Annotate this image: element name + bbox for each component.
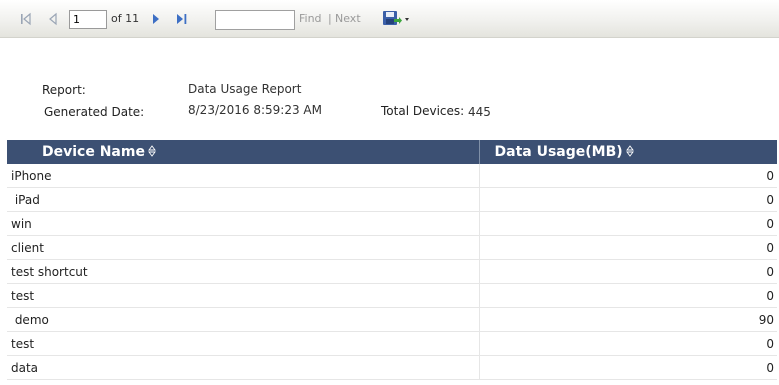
device-name-cell: win [7, 211, 480, 236]
table-row: win 0 [7, 211, 777, 236]
find-next-link[interactable]: Next [335, 12, 361, 25]
table-row: iPad 0 [7, 187, 777, 212]
data-usage-cell: 0 [479, 283, 777, 308]
data-usage-cell: 0 [479, 235, 777, 260]
sort-icon[interactable] [148, 144, 156, 161]
find-next-separator: | [328, 12, 332, 25]
table-row: iPhone 0 [7, 164, 777, 188]
device-name-cell: demo [7, 307, 480, 332]
report-toolbar: of 11 Find | Next [0, 0, 779, 38]
data-usage-header-label: Data Usage(MB) [494, 143, 623, 160]
generated-date-label: Generated Date: [44, 105, 145, 119]
device-name-header-label: Device Name [42, 143, 145, 160]
device-name-cell: iPad [7, 187, 480, 212]
device-name-cell: client [7, 235, 480, 260]
report-name-value: Data Usage Report [188, 82, 302, 96]
device-name-column-header[interactable]: Device Name [7, 140, 480, 164]
data-usage-column-header[interactable]: Data Usage(MB) [479, 140, 777, 164]
table-row: demo 90 [7, 307, 777, 332]
total-devices-label: Total Devices: [381, 104, 465, 118]
device-name-cell: iPhone [7, 164, 480, 188]
report-label: Report: [42, 83, 86, 97]
table-row: test shortcut 0 [7, 259, 777, 284]
data-usage-cell: 0 [479, 331, 777, 356]
page-count-label: of 11 [111, 12, 140, 25]
table-row: test 0 [7, 283, 777, 308]
data-usage-cell: 0 [479, 259, 777, 284]
sort-icon[interactable] [625, 144, 634, 161]
table-row: data 0 [7, 355, 777, 380]
device-name-cell: data [7, 355, 480, 380]
data-usage-cell: 90 [479, 307, 777, 332]
data-usage-cell: 0 [479, 164, 777, 188]
table-row: test 0 [7, 331, 777, 356]
save-export-icon [383, 11, 409, 25]
generated-date-value: 8/23/2016 8:59:23 AM [188, 103, 322, 117]
data-usage-cell: 0 [479, 211, 777, 236]
device-name-cell: test [7, 283, 480, 308]
data-usage-cell: 0 [479, 355, 777, 380]
device-name-cell: test [7, 331, 480, 356]
first-page-icon[interactable] [19, 12, 33, 26]
data-usage-cell: 0 [479, 187, 777, 212]
data-usage-table: Device Name Data Usage(MB) iPhone 0 iPad 0… [7, 140, 777, 380]
previous-page-icon[interactable] [47, 12, 61, 26]
total-devices-value: 445 [468, 105, 491, 119]
table-header-row: Device Name Data Usage(MB) [7, 140, 777, 164]
table-row: client 0 [7, 235, 777, 260]
next-page-icon[interactable] [149, 12, 163, 26]
find-link[interactable]: Find [299, 12, 322, 25]
device-name-cell: test shortcut [7, 259, 480, 284]
page-number-input[interactable] [69, 10, 107, 29]
find-text-input[interactable] [215, 10, 295, 30]
export-button[interactable] [382, 10, 412, 28]
last-page-icon[interactable] [175, 12, 189, 26]
